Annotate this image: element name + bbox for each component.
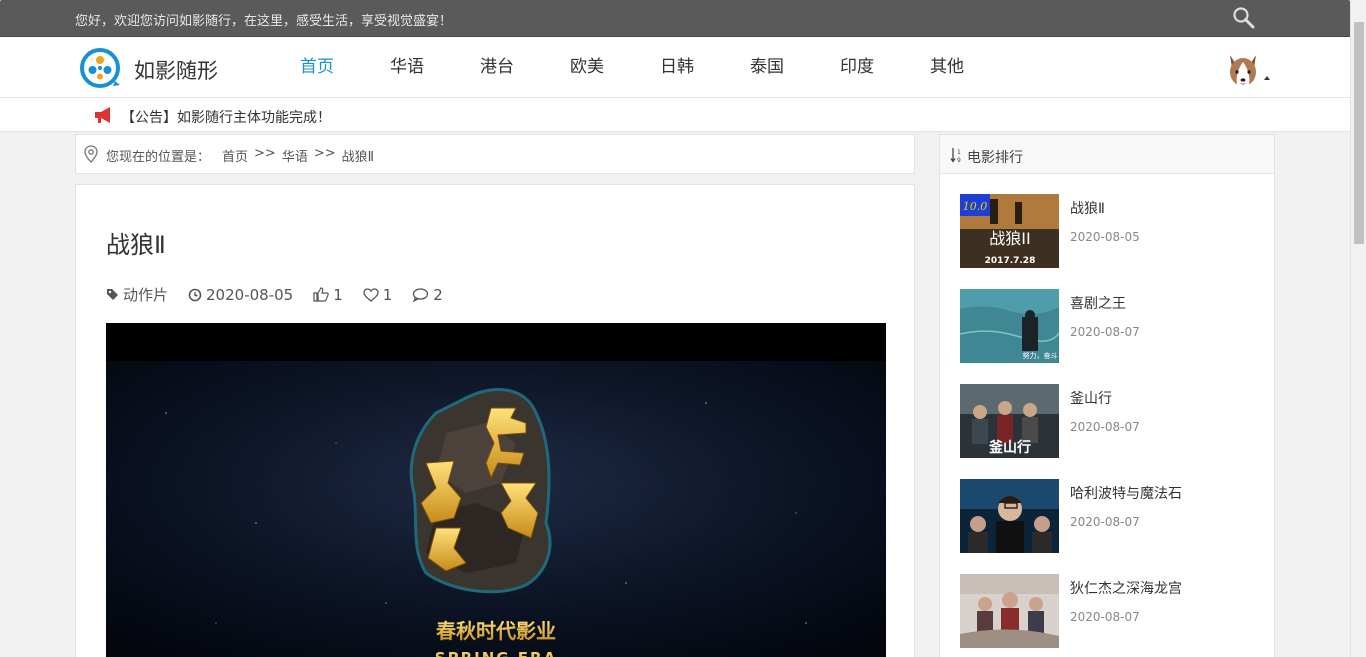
breadcrumb-separator: >> xyxy=(254,146,276,161)
nav-item-thai[interactable]: 泰国 xyxy=(740,37,830,98)
nav-item-chinese[interactable]: 华语 xyxy=(380,37,470,98)
search-icon[interactable] xyxy=(1231,6,1257,30)
megaphone-icon xyxy=(95,107,110,123)
category-meta[interactable]: 动作片 xyxy=(106,284,168,305)
date-text: 2020-08-05 xyxy=(206,285,294,304)
ranking-header: 1 9 电影排行 xyxy=(940,135,1274,174)
comment-count: 2 xyxy=(433,285,443,304)
date-meta: 2020-08-05 xyxy=(188,286,293,304)
ranking-item-name[interactable]: 战狼Ⅱ xyxy=(1070,198,1105,218)
video-frame: 春秋时代影业 SPRING ERA xyxy=(106,323,886,657)
ranking-title: 电影排行 xyxy=(967,150,1023,166)
page-title: 战狼Ⅱ xyxy=(106,231,166,259)
breadcrumb-current[interactable]: 战狼Ⅱ xyxy=(342,146,374,165)
ranking-item[interactable]: 10.0 战狼II 2017.7.28 战狼Ⅱ 2020-08-05 xyxy=(960,194,1260,269)
breadcrumb-label: 您现在的位置是： xyxy=(106,150,211,165)
like-count: 1 xyxy=(333,285,343,304)
location-pin-icon xyxy=(84,145,98,163)
ranking-item-date: 2020-08-07 xyxy=(1070,610,1140,624)
ranking-item[interactable]: 哈利波特与魔法石 2020-08-07 xyxy=(960,479,1260,554)
movie-poster[interactable] xyxy=(960,574,1059,648)
avatar-dropdown-caret-icon[interactable] xyxy=(1264,76,1270,80)
poster-title: 战狼II xyxy=(989,229,1030,248)
comment-button[interactable]: 2 xyxy=(412,286,443,304)
tag-icon xyxy=(107,289,118,300)
ranking-item[interactable]: 狄仁杰之深海龙宫 2020-08-07 xyxy=(960,574,1260,649)
ranking-item-date: 2020-08-05 xyxy=(1070,230,1140,244)
user-avatar[interactable] xyxy=(1225,50,1261,88)
nav-item-jp-kr[interactable]: 日韩 xyxy=(650,37,740,98)
ranking-item-date: 2020-08-07 xyxy=(1070,420,1140,434)
breadcrumb-home[interactable]: 首页 xyxy=(222,146,248,165)
welcome-text: 您好，欢迎您访问如影随行，在这里，感受生活，享受视觉盛宴！ xyxy=(75,14,453,29)
announcement-text[interactable]: 【公告】如影随行主体功能完成！ xyxy=(121,107,331,127)
scrollbar-thumb[interactable] xyxy=(1354,22,1364,244)
video-company-cn: 春秋时代影业 xyxy=(435,619,556,643)
video-player[interactable]: 春秋时代影业 SPRING ERA xyxy=(106,323,886,657)
poster-title: 釜山行 xyxy=(988,439,1031,456)
ranking-item-name[interactable]: 喜剧之王 xyxy=(1070,293,1126,313)
poster-release-date: 2017.7.28 xyxy=(985,256,1036,266)
like-button[interactable]: 1 xyxy=(313,286,343,304)
article-meta: 动作片 2020-08-05 1 1 2 xyxy=(106,284,463,305)
poster-subtitle: 努力，奋斗 xyxy=(1023,351,1058,360)
movie-article: 战狼Ⅱ 动作片 2020-08-05 1 1 2 春秋时代影业 xyxy=(75,184,915,657)
svg-text:9: 9 xyxy=(957,157,961,164)
ranking-item-name[interactable]: 狄仁杰之深海龙宫 xyxy=(1070,578,1182,598)
movie-poster[interactable]: 釜山行 xyxy=(960,384,1059,458)
category-text: 动作片 xyxy=(123,286,169,304)
favorite-button[interactable]: 1 xyxy=(363,285,393,304)
video-company-en: SPRING ERA xyxy=(435,649,557,657)
film-reel-logo-icon[interactable] xyxy=(79,47,121,89)
ranking-item-name[interactable]: 釜山行 xyxy=(1070,388,1112,408)
favorite-count: 1 xyxy=(382,285,393,304)
nav-item-hk-tw[interactable]: 港台 xyxy=(470,37,560,98)
ranking-item[interactable]: 釜山行 釜山行 2020-08-07 xyxy=(960,384,1260,459)
breadcrumb-category[interactable]: 华语 xyxy=(282,146,308,165)
ranking-item-date: 2020-08-07 xyxy=(1070,515,1140,529)
site-header: 如影随形 首页 华语 港台 欧美 日韩 泰国 印度 其他 xyxy=(0,37,1350,98)
ranking-item[interactable]: 努力，奋斗 喜剧之王 2020-08-07 xyxy=(960,289,1260,364)
breadcrumb-path: 首页 >> 华语 >> 战狼Ⅱ xyxy=(222,146,374,165)
brand-name: 如影随形 xyxy=(134,59,218,83)
nav-item-home[interactable]: 首页 xyxy=(290,37,380,98)
heart-icon xyxy=(363,287,379,302)
top-bar: 您好，欢迎您访问如影随行，在这里，感受生活，享受视觉盛宴！ xyxy=(0,0,1350,37)
movie-poster[interactable] xyxy=(960,479,1059,553)
breadcrumb-separator: >> xyxy=(313,146,336,161)
ranking-item-name[interactable]: 哈利波特与魔法石 xyxy=(1070,483,1182,503)
svg-text:1: 1 xyxy=(957,149,961,156)
movie-ranking-panel: 1 9 电影排行 10.0 战狼II 2017.7.28 战狼Ⅱ 2020-08… xyxy=(939,134,1275,657)
main-nav: 首页 华语 港台 欧美 日韩 泰国 印度 其他 xyxy=(290,37,1010,98)
poster-score: 10.0 xyxy=(963,200,988,213)
movie-poster[interactable]: 10.0 战狼II 2017.7.28 xyxy=(960,194,1059,268)
comment-icon xyxy=(413,287,429,302)
nav-item-india[interactable]: 印度 xyxy=(830,37,920,98)
nav-item-other[interactable]: 其他 xyxy=(920,37,1010,98)
breadcrumb: 您现在的位置是： 首页 >> 华语 >> 战狼Ⅱ xyxy=(75,134,915,174)
clock-icon xyxy=(188,288,202,301)
sort-icon: 1 9 xyxy=(950,148,961,164)
thumbs-up-icon xyxy=(313,287,329,302)
movie-poster[interactable]: 努力，奋斗 xyxy=(960,289,1059,363)
page-scrollbar[interactable] xyxy=(1350,0,1366,657)
nav-item-western[interactable]: 欧美 xyxy=(560,37,650,98)
announcement-bar: 【公告】如影随行主体功能完成！ xyxy=(0,98,1350,132)
ranking-item-date: 2020-08-07 xyxy=(1070,325,1140,339)
